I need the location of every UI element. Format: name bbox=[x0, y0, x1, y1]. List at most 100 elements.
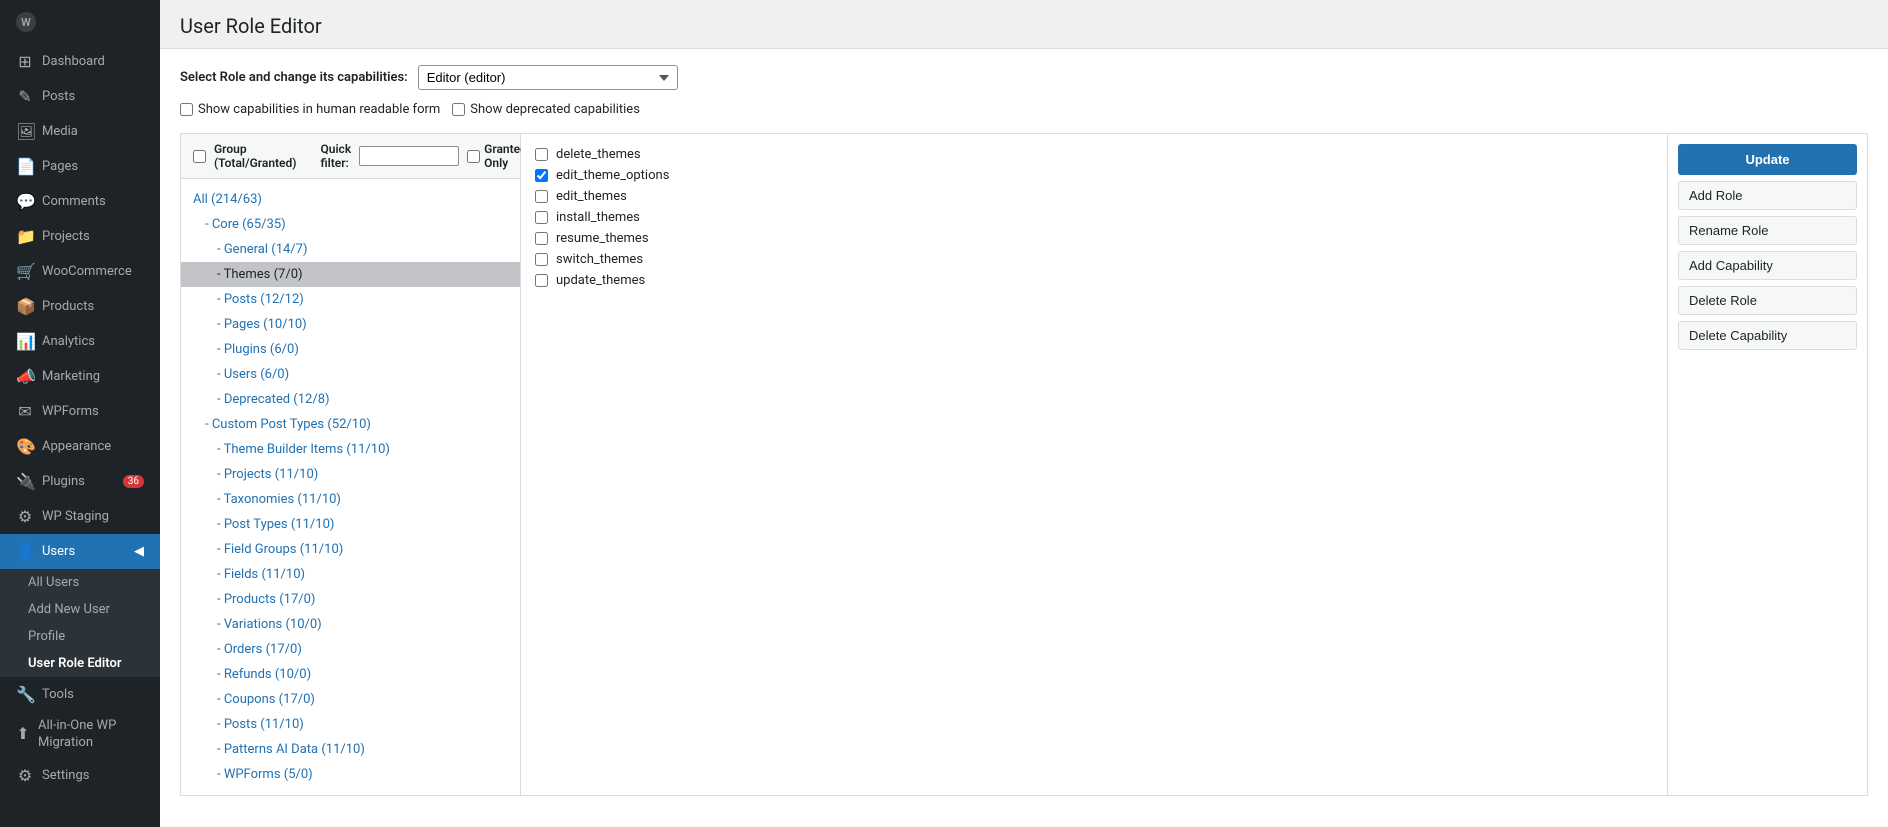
group-item-label: - Deprecated (12/8) bbox=[217, 392, 330, 407]
group-item-label: - Pages (10/10) bbox=[217, 317, 307, 332]
cap-item-edit-theme-options: edit_theme_options bbox=[535, 165, 1653, 186]
sidebar-item-label: Marketing bbox=[42, 369, 100, 384]
group-item-label: - Projects (11/10) bbox=[217, 467, 318, 482]
add-capability-button[interactable]: Add Capability bbox=[1678, 251, 1857, 280]
group-header-checkbox[interactable] bbox=[193, 150, 206, 163]
sidebar-item-projects[interactable]: 📁 Projects bbox=[0, 219, 160, 254]
sidebar-item-settings[interactable]: ⚙ Settings bbox=[0, 758, 160, 793]
sidebar-item-media[interactable]: 🖼 Media bbox=[0, 114, 160, 149]
sidebar-item-posts[interactable]: ✎ Posts bbox=[0, 79, 160, 114]
group-item-coupons[interactable]: - Coupons (17/0) bbox=[181, 687, 520, 712]
sidebar-item-users[interactable]: 👤 Users ◀ bbox=[0, 534, 160, 569]
group-item-posts[interactable]: - Posts (12/12) bbox=[181, 287, 520, 312]
submenu-add-new-user[interactable]: Add New User bbox=[0, 596, 160, 623]
cap-checkbox-update-themes[interactable] bbox=[535, 274, 548, 287]
group-item-label: - Theme Builder Items (11/10) bbox=[217, 442, 390, 457]
quick-filter-input[interactable] bbox=[359, 146, 459, 166]
tools-icon: 🔧 bbox=[16, 685, 34, 704]
human-readable-option[interactable]: Show capabilities in human readable form bbox=[180, 102, 440, 117]
deprecated-option[interactable]: Show deprecated capabilities bbox=[452, 102, 640, 117]
submenu-label: All Users bbox=[28, 575, 79, 590]
human-readable-label: Show capabilities in human readable form bbox=[198, 102, 440, 117]
group-item-fields[interactable]: - Fields (11/10) bbox=[181, 562, 520, 587]
users-submenu: All Users Add New User Profile User Role… bbox=[0, 569, 160, 677]
group-item-plugins[interactable]: - Plugins (6/0) bbox=[181, 337, 520, 362]
group-item-orders[interactable]: - Orders (17/0) bbox=[181, 637, 520, 662]
sidebar-item-all-in-one[interactable]: ⬆ All-in-One WP Migration bbox=[0, 712, 160, 758]
rename-role-button[interactable]: Rename Role bbox=[1678, 216, 1857, 245]
group-item-label: - Custom Post Types (52/10) bbox=[205, 417, 371, 432]
group-item-field-groups[interactable]: - Field Groups (11/10) bbox=[181, 537, 520, 562]
group-item-pages[interactable]: - Pages (10/10) bbox=[181, 312, 520, 337]
sidebar-item-label: Settings bbox=[42, 768, 89, 783]
submenu-user-role-editor[interactable]: User Role Editor bbox=[0, 650, 160, 677]
sidebar-item-label: All-in-One WP Migration bbox=[38, 718, 144, 752]
group-item-label: - Field Groups (11/10) bbox=[217, 542, 343, 557]
cap-item-update-themes: update_themes bbox=[535, 270, 1653, 291]
submenu-profile[interactable]: Profile bbox=[0, 623, 160, 650]
sidebar-item-label: Posts bbox=[42, 89, 75, 104]
group-item-label: - Users (6/0) bbox=[217, 367, 289, 382]
products-icon: 📦 bbox=[16, 297, 34, 316]
cap-checkbox-delete-themes[interactable] bbox=[535, 148, 548, 161]
sidebar-item-comments[interactable]: 💬 Comments bbox=[0, 184, 160, 219]
group-item-wpforms[interactable]: - WPForms (5/0) bbox=[181, 762, 520, 787]
sidebar-item-tools[interactable]: 🔧 Tools bbox=[0, 677, 160, 712]
main-content-area: User Role Editor Select Role and change … bbox=[160, 0, 1888, 827]
group-item-core[interactable]: - Core (65/35) bbox=[181, 212, 520, 237]
group-item-posts2[interactable]: - Posts (11/10) bbox=[181, 712, 520, 737]
group-item-themes[interactable]: - Themes (7/0) bbox=[181, 262, 520, 287]
granted-only-option[interactable]: Granted Only bbox=[467, 142, 527, 170]
quick-filter-label: Quick filter: bbox=[320, 142, 351, 170]
group-item-general[interactable]: - General (14/7) bbox=[181, 237, 520, 262]
group-item-taxonomies[interactable]: - Taxonomies (11/10) bbox=[181, 487, 520, 512]
group-item-label: - Core (65/35) bbox=[205, 217, 286, 232]
role-select-dropdown[interactable]: Editor (editor) bbox=[418, 65, 678, 90]
cap-checkbox-switch-themes[interactable] bbox=[535, 253, 548, 266]
sidebar-item-label: WP Staging bbox=[42, 509, 109, 524]
cap-label: edit_theme_options bbox=[556, 168, 669, 183]
group-item-users[interactable]: - Users (6/0) bbox=[181, 362, 520, 387]
group-item-deprecated[interactable]: - Deprecated (12/8) bbox=[181, 387, 520, 412]
sidebar-item-dashboard[interactable]: ⊞ Dashboard bbox=[0, 44, 160, 79]
sidebar-item-analytics[interactable]: 📊 Analytics bbox=[0, 324, 160, 359]
deprecated-checkbox[interactable] bbox=[452, 103, 465, 116]
delete-capability-button[interactable]: Delete Capability bbox=[1678, 321, 1857, 350]
action-panel: Update Add Role Rename Role Add Capabili… bbox=[1667, 134, 1867, 795]
group-item-all[interactable]: All (214/63) bbox=[181, 187, 520, 212]
granted-only-checkbox[interactable] bbox=[467, 150, 480, 163]
update-button[interactable]: Update bbox=[1678, 144, 1857, 175]
cap-checkbox-install-themes[interactable] bbox=[535, 211, 548, 224]
group-item-refunds[interactable]: - Refunds (10/0) bbox=[181, 662, 520, 687]
users-expand-icon: ◀ bbox=[134, 544, 144, 559]
delete-role-button[interactable]: Delete Role bbox=[1678, 286, 1857, 315]
human-readable-checkbox[interactable] bbox=[180, 103, 193, 116]
cap-item-switch-themes: switch_themes bbox=[535, 249, 1653, 270]
wpforms-icon: ✉ bbox=[16, 402, 34, 421]
sidebar-item-plugins[interactable]: 🔌 Plugins 36 bbox=[0, 464, 160, 499]
group-item-patterns[interactable]: - Patterns AI Data (11/10) bbox=[181, 737, 520, 762]
group-item-projects[interactable]: - Projects (11/10) bbox=[181, 462, 520, 487]
cap-checkbox-resume-themes[interactable] bbox=[535, 232, 548, 245]
group-item-post-types[interactable]: - Post Types (11/10) bbox=[181, 512, 520, 537]
group-item-products[interactable]: - Products (17/0) bbox=[181, 587, 520, 612]
group-item-variations[interactable]: - Variations (10/0) bbox=[181, 612, 520, 637]
capabilities-panel: delete_themes edit_theme_options edit_th… bbox=[521, 134, 1667, 795]
group-item-custom-post-types[interactable]: - Custom Post Types (52/10) bbox=[181, 412, 520, 437]
submenu-all-users[interactable]: All Users bbox=[0, 569, 160, 596]
plugins-badge: 36 bbox=[123, 475, 144, 488]
cap-checkbox-edit-theme-options[interactable] bbox=[535, 169, 548, 182]
add-role-button[interactable]: Add Role bbox=[1678, 181, 1857, 210]
sidebar-item-products[interactable]: 📦 Products bbox=[0, 289, 160, 324]
sidebar-item-wpforms[interactable]: ✉ WPForms bbox=[0, 394, 160, 429]
sidebar-item-marketing[interactable]: 📣 Marketing bbox=[0, 359, 160, 394]
role-select-row: Select Role and change its capabilities:… bbox=[180, 65, 1868, 90]
sidebar-item-pages[interactable]: 📄 Pages bbox=[0, 149, 160, 184]
pages-icon: 📄 bbox=[16, 157, 34, 176]
deprecated-label: Show deprecated capabilities bbox=[470, 102, 640, 117]
sidebar-item-wp-staging[interactable]: ⚙ WP Staging bbox=[0, 499, 160, 534]
sidebar-item-woocommerce[interactable]: 🛒 WooCommerce bbox=[0, 254, 160, 289]
sidebar-item-appearance[interactable]: 🎨 Appearance bbox=[0, 429, 160, 464]
group-item-theme-builder[interactable]: - Theme Builder Items (11/10) bbox=[181, 437, 520, 462]
cap-checkbox-edit-themes[interactable] bbox=[535, 190, 548, 203]
